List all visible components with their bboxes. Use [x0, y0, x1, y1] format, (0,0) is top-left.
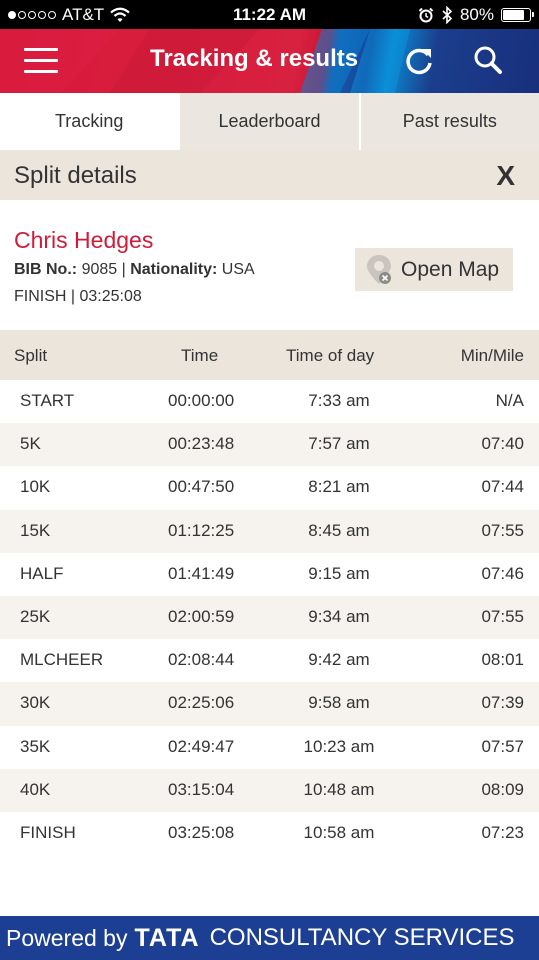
- table-row: 40K 03:15:04 10:48 am 08:09: [0, 768, 539, 812]
- cell-min-mile: 07:55: [481, 606, 524, 626]
- tab-tracking[interactable]: Tracking: [0, 93, 179, 150]
- cell-time: 02:49:47: [168, 736, 235, 756]
- cell-split: HALF: [20, 563, 64, 583]
- cell-time-of-day: 8:45 am: [308, 520, 370, 540]
- column-header-time: Time: [181, 346, 219, 365]
- status-right: 80%: [418, 5, 534, 25]
- cell-time: 00:00:00: [168, 391, 235, 410]
- menu-icon[interactable]: [24, 48, 58, 74]
- table-row: FINISH 03:25:08 10:58 am 07:23: [0, 812, 539, 855]
- cell-time-of-day: 9:58 am: [308, 693, 370, 713]
- cell-min-mile: 07:39: [481, 693, 524, 713]
- app-header: Tracking & results: [0, 29, 539, 93]
- cell-time: 00:47:50: [168, 477, 235, 497]
- cell-split: MLCHEER: [20, 650, 104, 670]
- table-row: 10K 00:47:50 8:21 am 07:44: [0, 466, 539, 509]
- map-pin-icon: [367, 254, 391, 284]
- cell-split: 5K: [20, 434, 41, 454]
- cell-time-of-day: 9:15 am: [308, 563, 370, 583]
- cell-time-of-day: 10:48 am: [303, 779, 375, 799]
- status-bar: AT&T 11:22 AM 80%: [0, 0, 539, 29]
- cell-split: 15K: [20, 520, 51, 540]
- cell-time: 01:41:49: [168, 563, 235, 583]
- runner-name: Chris Hedges: [14, 227, 154, 253]
- split-details-title: Split details: [14, 162, 137, 189]
- nationality-value: USA: [221, 261, 255, 278]
- tab-leaderboard[interactable]: Leaderboard: [178, 93, 358, 150]
- alarm-icon: [418, 7, 434, 23]
- bib-number: 9085: [81, 261, 118, 278]
- split-details-bar: Split details X: [0, 150, 539, 200]
- cell-split: 40K: [20, 779, 51, 799]
- tata-logo: TATA: [134, 923, 200, 952]
- page-title: Tracking & results: [150, 45, 359, 72]
- cell-time-of-day: 7:33 am: [308, 391, 370, 410]
- runner-info: Chris Hedges BIB No.: 9085 | Nationality…: [0, 200, 539, 330]
- cell-split: 10K: [20, 477, 51, 497]
- cell-time: 00:23:48: [168, 434, 235, 454]
- close-button[interactable]: X: [496, 160, 515, 192]
- cell-time: 03:25:08: [168, 822, 235, 842]
- cell-split: 30K: [20, 693, 51, 713]
- powered-by-label: Powered by: [6, 924, 128, 951]
- battery-icon: [501, 8, 534, 22]
- splits-table-header: Split Time Time of day Min/Mile: [0, 330, 539, 380]
- splits-table: START 00:00:00 7:33 am N/A 5K 00:23:48 7…: [0, 380, 539, 855]
- cell-min-mile: 08:09: [481, 779, 524, 799]
- cell-time-of-day: 9:42 am: [308, 650, 370, 670]
- search-icon[interactable]: [472, 45, 504, 77]
- cell-min-mile: 07:44: [481, 477, 524, 497]
- cell-min-mile: 07:46: [481, 563, 524, 583]
- cell-time: 02:00:59: [168, 606, 235, 626]
- sponsor-footer: Powered by TATA CONSULTANCY SERVICES: [0, 916, 539, 960]
- battery-level: [503, 10, 524, 20]
- cell-min-mile: 07:23: [481, 822, 524, 842]
- column-header-split: Split: [14, 346, 48, 365]
- column-header-time-of-day: Time of day: [286, 346, 375, 365]
- company-name: CONSULTANCY SERVICES: [209, 924, 515, 951]
- refresh-icon[interactable]: [404, 46, 434, 76]
- cell-time-of-day: 9:34 am: [308, 606, 370, 626]
- table-row: 35K 02:49:47 10:23 am 07:57: [0, 726, 539, 769]
- tab-past-results[interactable]: Past results: [358, 93, 539, 150]
- open-map-button[interactable]: Open Map: [355, 248, 513, 291]
- table-row: 5K 00:23:48 7:57 am 07:40: [0, 423, 539, 467]
- finish-time: FINISH | 03:25:08: [14, 288, 142, 305]
- cell-time-of-day: 10:58 am: [303, 822, 375, 842]
- cell-time-of-day: 8:21 am: [308, 477, 370, 497]
- table-row: MLCHEER 02:08:44 9:42 am 08:01: [0, 639, 539, 682]
- nationality-label: Nationality:: [130, 261, 218, 278]
- bib-label: BIB No.:: [14, 261, 78, 278]
- cell-time: 01:12:25: [168, 520, 235, 540]
- cell-min-mile: 07:55: [481, 520, 524, 540]
- table-row: 30K 02:25:06 9:58 am 07:39: [0, 682, 539, 726]
- column-header-min-mile: Min/Mile: [460, 346, 524, 365]
- cell-min-mile: 07:40: [481, 434, 524, 454]
- table-row: HALF 01:41:49 9:15 am 07:46: [0, 553, 539, 596]
- cell-time-of-day: 7:57 am: [308, 434, 370, 454]
- meta-separator: |: [121, 261, 131, 278]
- cell-min-mile: 08:01: [481, 650, 524, 670]
- cell-split: 35K: [20, 736, 51, 756]
- cell-min-mile: N/A: [495, 391, 524, 410]
- open-map-label: Open Map: [401, 257, 500, 281]
- table-row: START 00:00:00 7:33 am N/A: [0, 380, 539, 423]
- results-tabs: Tracking Leaderboard Past results: [0, 93, 539, 150]
- table-row: 15K 01:12:25 8:45 am 07:55: [0, 509, 539, 553]
- cell-split: START: [20, 391, 75, 410]
- cell-time-of-day: 10:23 am: [303, 736, 375, 756]
- cell-time: 02:25:06: [168, 693, 235, 713]
- cell-time: 02:08:44: [168, 650, 235, 670]
- runner-meta: BIB No.: 9085 | Nationality: USA: [14, 261, 255, 279]
- cell-min-mile: 07:57: [481, 736, 524, 756]
- table-row: 25K 02:00:59 9:34 am 07:55: [0, 595, 539, 640]
- cell-split: FINISH: [20, 822, 76, 842]
- bluetooth-icon: [442, 6, 453, 24]
- cell-time: 03:15:04: [168, 779, 235, 799]
- battery-percent: 80%: [459, 5, 494, 24]
- cell-split: 25K: [20, 606, 51, 626]
